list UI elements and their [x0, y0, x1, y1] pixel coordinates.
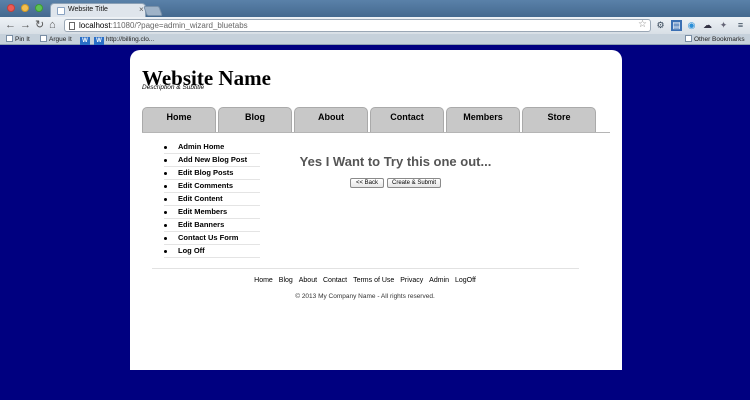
extension-icon[interactable]: ✦ — [718, 20, 729, 31]
footer-link-home[interactable]: Home — [254, 277, 273, 284]
reload-icon[interactable]: ↻ — [35, 19, 44, 31]
footer-link-about[interactable]: About — [299, 277, 317, 284]
site-subtitle: Description & Subtitle — [142, 84, 205, 91]
footer-link-privacy[interactable]: Privacy — [400, 277, 423, 284]
extension-icon[interactable]: ▤ — [671, 20, 682, 31]
admin-menu-item[interactable]: Edit Blog Posts — [164, 167, 260, 180]
admin-menu-item[interactable]: Edit Comments — [164, 180, 260, 193]
admin-menu-label[interactable]: Edit Content — [178, 194, 223, 203]
admin-menu-item[interactable]: Contact Us Form — [164, 232, 260, 245]
home-icon[interactable]: ⌂ — [49, 19, 56, 31]
admin-menu-item[interactable]: Add New Blog Post — [164, 154, 260, 167]
nav-tab-contact[interactable]: Contact — [370, 107, 444, 132]
create-submit-button[interactable]: Create & Submit — [387, 178, 441, 188]
gear-icon[interactable]: ⚙ — [655, 20, 666, 31]
nav-tab-blog[interactable]: Blog — [218, 107, 292, 132]
browser-toolbar: ← → ↻ ⌂ localhost:11080/?page=admin_wiza… — [0, 17, 750, 34]
page-favicon-icon — [57, 7, 65, 15]
admin-menu-label[interactable]: Add New Blog Post — [178, 155, 247, 164]
new-tab-button[interactable] — [143, 6, 163, 16]
footer-link-terms[interactable]: Terms of Use — [353, 277, 394, 284]
admin-menu-item[interactable]: Edit Banners — [164, 219, 260, 232]
bookmark-w-icon: W — [80, 37, 90, 45]
nav-tab-store[interactable]: Store — [522, 107, 596, 132]
zoom-window-button[interactable] — [35, 4, 43, 12]
footer-link-blog[interactable]: Blog — [279, 277, 293, 284]
browser-tab[interactable]: Website Title × — [50, 3, 146, 17]
bookmarks-bar: Pin It Argue It W W http://billing.clo..… — [0, 34, 750, 45]
tab-title: Website Title — [68, 6, 108, 13]
back-button[interactable]: << Back — [350, 178, 384, 188]
extension-icon[interactable]: ◉ — [686, 20, 697, 31]
admin-menu-item[interactable]: Log Off — [164, 245, 260, 258]
close-window-button[interactable] — [7, 4, 15, 12]
admin-menu-label[interactable]: Edit Banners — [178, 220, 224, 229]
footer-link-admin[interactable]: Admin — [429, 277, 449, 284]
bookmark-item[interactable]: Pin It — [6, 35, 30, 44]
nav-tab-home[interactable]: Home — [142, 107, 216, 132]
bookmark-page-icon — [40, 35, 47, 42]
browser-chrome: Website Title × ← → ↻ ⌂ localhost:11080/… — [0, 0, 750, 45]
bookmark-star-icon[interactable]: ☆ — [638, 19, 647, 30]
admin-menu: Admin Home Add New Blog Post Edit Blog P… — [164, 141, 260, 258]
footer-link-contact[interactable]: Contact — [323, 277, 347, 284]
page-container: Website Name Description & Subtitle Home… — [130, 50, 622, 370]
tab-strip: Website Title × — [0, 0, 750, 17]
footer-link-logoff[interactable]: LogOff — [455, 277, 476, 284]
admin-menu-label[interactable]: Edit Comments — [178, 181, 233, 190]
footer-divider — [152, 268, 579, 269]
nav-divider — [142, 132, 610, 133]
extension-icon[interactable]: ☁ — [702, 20, 713, 31]
admin-menu-label[interactable]: Edit Blog Posts — [178, 168, 233, 177]
bookmark-item[interactable]: W http://billing.clo... — [94, 35, 154, 45]
page-heading: Yes I Want to Try this one out... — [299, 154, 492, 169]
bookmark-w-icon: W — [94, 37, 104, 45]
minimize-window-button[interactable] — [21, 4, 29, 12]
admin-menu-label[interactable]: Contact Us Form — [178, 233, 238, 242]
admin-menu-label[interactable]: Admin Home — [178, 142, 224, 151]
admin-menu-item[interactable]: Edit Members — [164, 206, 260, 219]
footer-links: Home Blog About Contact Terms of Use Pri… — [130, 277, 600, 284]
back-arrow-icon[interactable]: ← — [5, 19, 16, 31]
address-bar[interactable]: localhost:11080/?page=admin_wizard_bluet… — [64, 19, 651, 32]
admin-menu-label[interactable]: Log Off — [178, 246, 205, 255]
admin-menu-item[interactable]: Edit Content — [164, 193, 260, 206]
admin-menu-item[interactable]: Admin Home — [164, 141, 260, 154]
nav-tab-about[interactable]: About — [294, 107, 368, 132]
menu-icon[interactable]: ≡ — [735, 20, 746, 31]
nav-tab-members[interactable]: Members — [446, 107, 520, 132]
bookmark-item[interactable]: W — [80, 35, 90, 45]
other-bookmarks[interactable]: Other Bookmarks — [685, 35, 745, 44]
admin-menu-label[interactable]: Edit Members — [178, 207, 227, 216]
page-icon — [69, 22, 75, 30]
bookmark-page-icon — [6, 35, 13, 42]
folder-icon — [685, 35, 692, 42]
bookmark-item[interactable]: Argue It — [40, 35, 72, 44]
copyright-text: © 2013 My Company Name - All rights rese… — [295, 293, 435, 300]
forward-arrow-icon[interactable]: → — [20, 19, 31, 31]
url-text: localhost:11080/?page=admin_wizard_bluet… — [79, 21, 248, 30]
